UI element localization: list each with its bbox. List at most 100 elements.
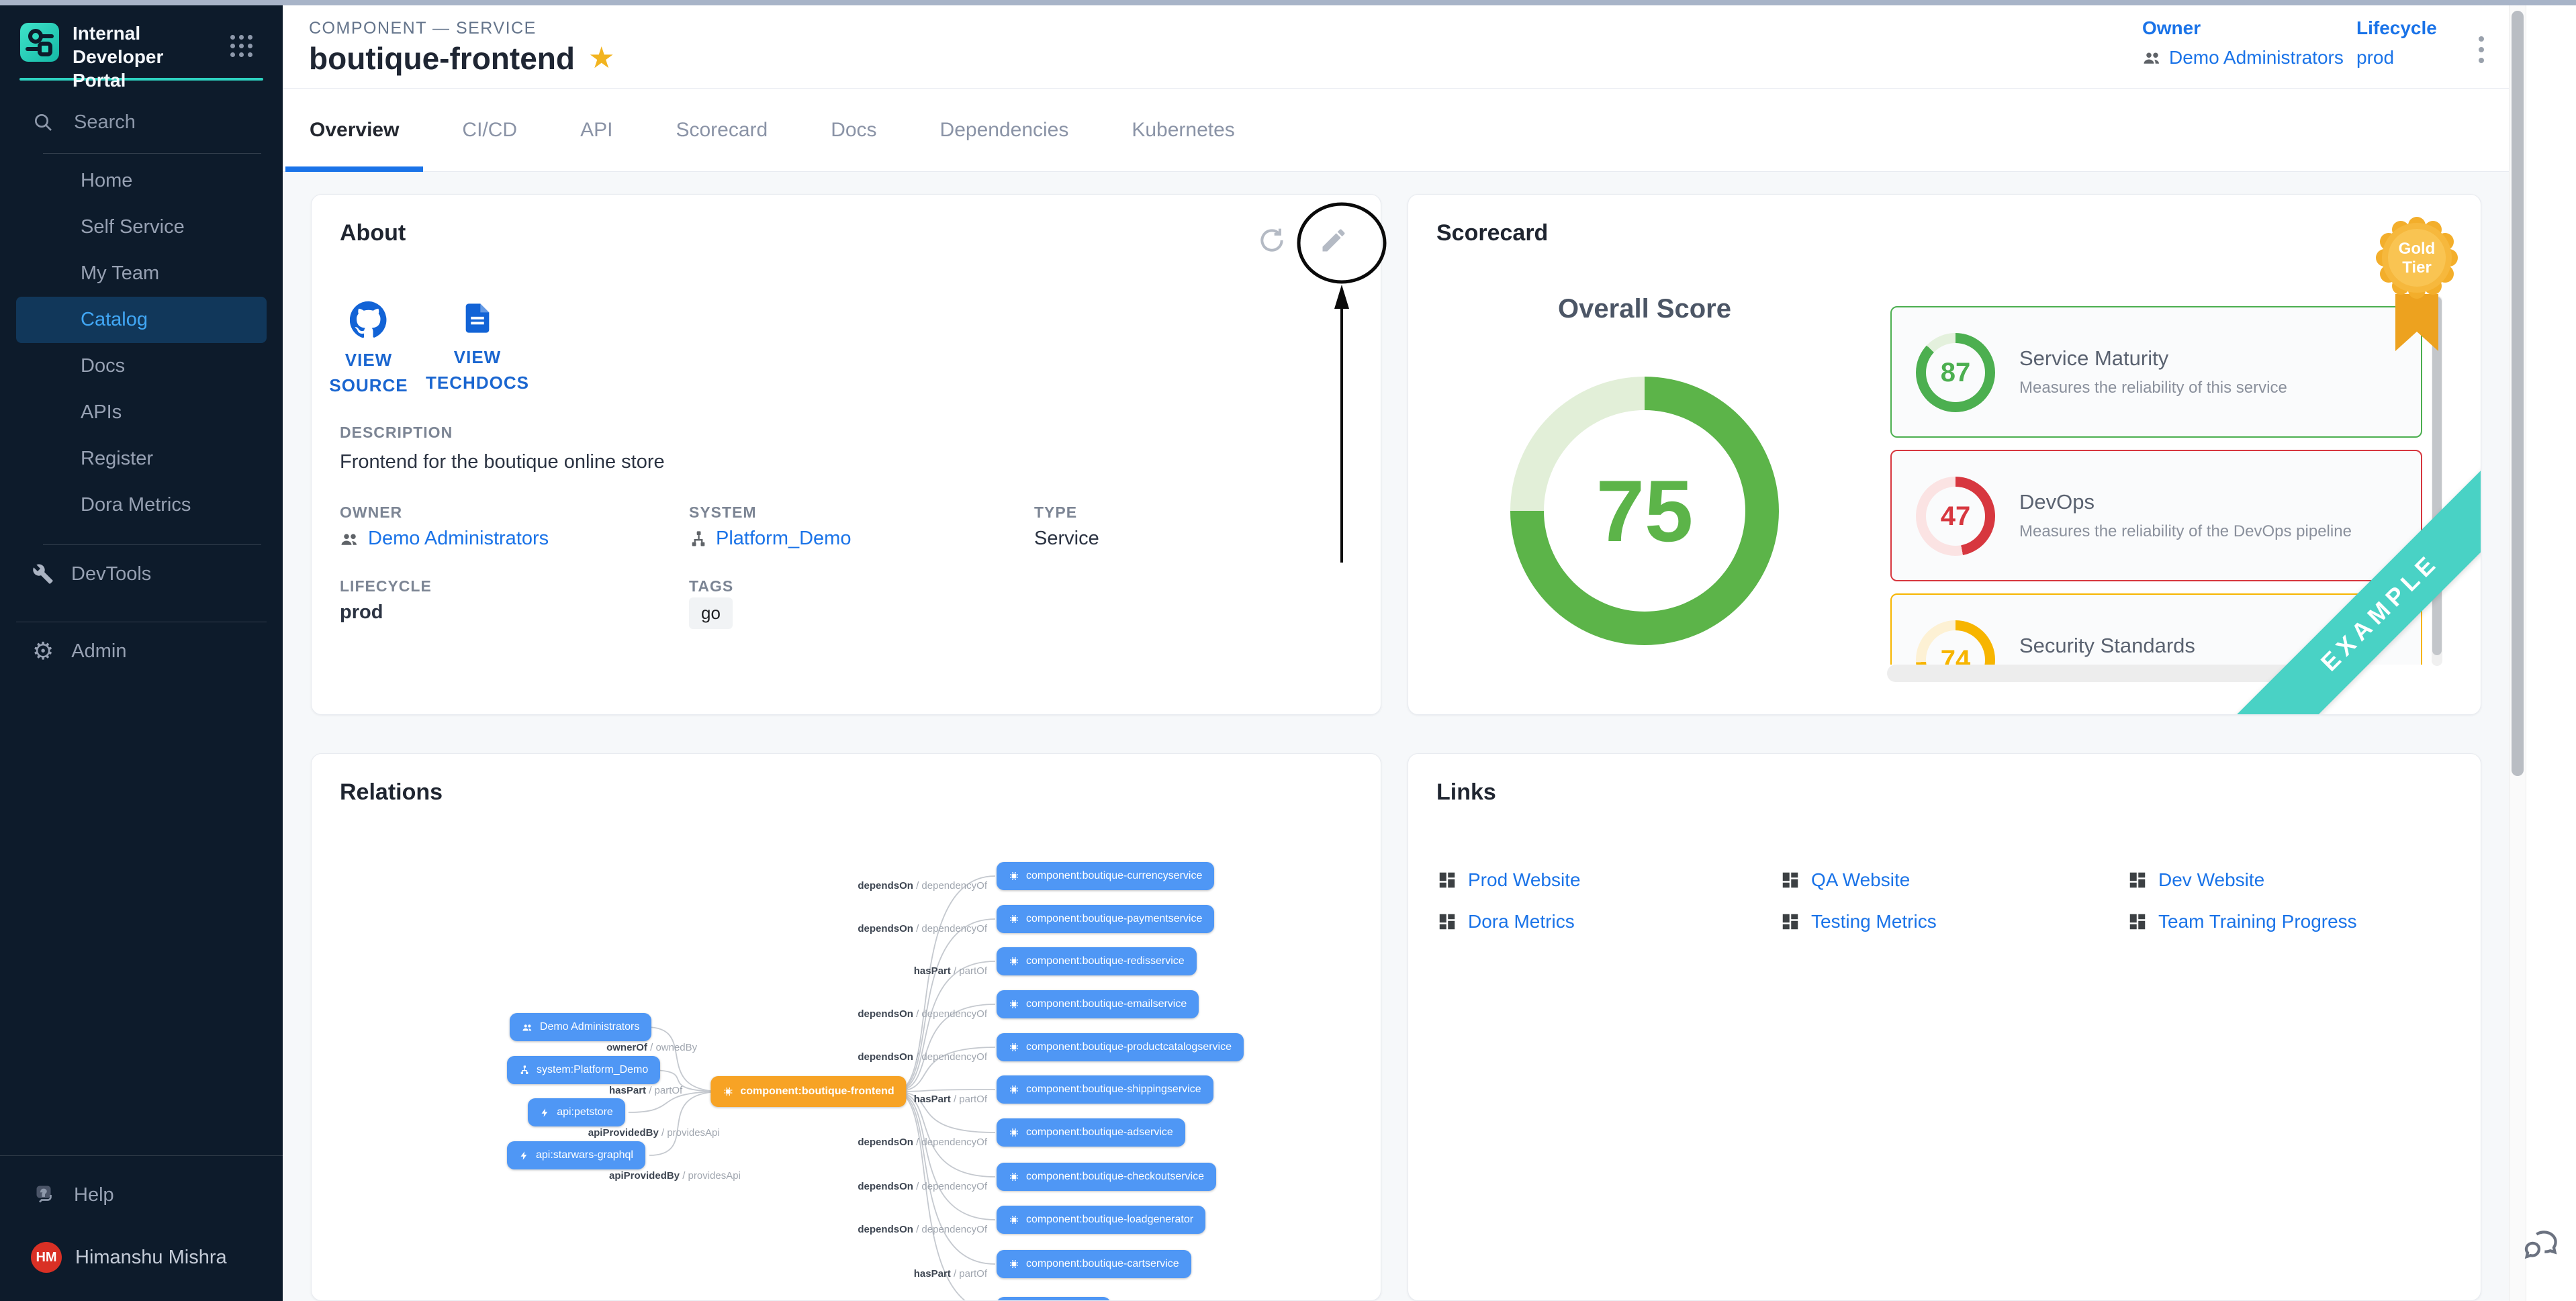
app-logo-icon[interactable] (20, 23, 59, 62)
score-gauge: 74 (1916, 620, 1995, 665)
chat-bubbles-icon[interactable] (2520, 1224, 2563, 1267)
system-field-link[interactable]: Platform_Demo (689, 528, 851, 550)
search-icon (32, 111, 54, 133)
graph-node-component-boutique-frontend[interactable]: component:boutique-frontend (710, 1076, 906, 1107)
sidebar-item-home[interactable]: Home (16, 158, 267, 204)
link-qa-website[interactable]: QA Website (1780, 867, 2127, 894)
graph-node-component-boutique-currencyservice[interactable]: component:boutique-currencyservice (997, 862, 1214, 890)
sidebar-item-dora-metrics[interactable]: Dora Metrics (16, 482, 267, 528)
link-team-training-progress[interactable]: Team Training Progress (2127, 908, 2357, 935)
scorecard-horizontal-scrollbar[interactable] (1887, 665, 2310, 682)
link-label: Testing Metrics (1811, 911, 1937, 932)
tab-docs[interactable]: Docs (807, 89, 901, 171)
help-label: Help (74, 1184, 114, 1206)
tab-bar: OverviewCI/CDAPIScorecardDocsDependencie… (283, 89, 2576, 172)
scorecard-card: Scorecard Gold Tier Overall Score 75 87S… (1408, 194, 2481, 715)
sidebar-item-docs[interactable]: Docs (16, 343, 267, 389)
user-name: Himanshu Mishra (75, 1247, 227, 1269)
link-dev-website[interactable]: Dev Website (2127, 867, 2357, 894)
edge-label: dependsOn / dependencyOf (858, 1008, 987, 1020)
graph-node-component-boutique-adservice[interactable]: component:boutique-adservice (997, 1118, 1185, 1147)
link-prod-website[interactable]: Prod Website (1437, 867, 1780, 894)
score-gauge: 47 (1916, 477, 1995, 556)
page-scrollbar[interactable] (2509, 5, 2526, 1301)
sidebar-item-admin[interactable]: ⚙ Admin (0, 628, 283, 675)
view-source-link[interactable]: VIEWSOURCE (318, 301, 419, 398)
lifecycle-meta: Lifecycle prod (2356, 17, 2437, 68)
edge-label: dependsOn / dependencyOf (858, 1137, 987, 1148)
link-testing-metrics[interactable]: Testing Metrics (1780, 908, 2127, 935)
divider (0, 1155, 283, 1156)
tab-scorecard[interactable]: Scorecard (651, 89, 792, 171)
graph-node-component-boutique-paymentservice[interactable]: component:boutique-paymentservice (997, 905, 1214, 933)
sidebar-item-devtools[interactable]: DevTools (0, 550, 283, 597)
avatar: HM (31, 1242, 62, 1273)
graph-node-api-petstore[interactable]: api:petstore (528, 1098, 625, 1126)
sidebar-item-apis[interactable]: APIs (16, 389, 267, 436)
dashboard-icon (2127, 870, 2148, 890)
apps-grid-icon[interactable] (230, 35, 253, 58)
graph-node-label: api:petstore (557, 1106, 613, 1118)
tag-chip[interactable]: go (689, 597, 733, 629)
sidebar-nav: HomeSelf ServiceMy TeamCatalogDocsAPIsRe… (0, 158, 283, 528)
score-item-devops[interactable]: 47DevOpsMeasures the reliability of the … (1890, 450, 2422, 581)
graph-node-component-boutique-productcatalogservice[interactable]: component:boutique-productcatalogservice (997, 1033, 1244, 1061)
tab-dependencies[interactable]: Dependencies (916, 89, 1093, 171)
sidebar-item-self-service[interactable]: Self Service (16, 204, 267, 250)
favorite-star-icon[interactable]: ★ (588, 44, 614, 73)
graph-node-component-boutique-redisservice[interactable]: component:boutique-redisservice (997, 947, 1197, 975)
graph-node-component-boutique-shippingservice[interactable]: component:boutique-shippingservice (997, 1075, 1213, 1104)
dashboard-icon (1437, 870, 1457, 890)
graph-node-api-starwars-graphql[interactable]: api:starwars-graphql (507, 1141, 645, 1169)
sidebar-search[interactable]: Search (32, 107, 283, 137)
sidebar-item-register[interactable]: Register (16, 436, 267, 482)
help-icon: ? (34, 1183, 58, 1207)
owner-link[interactable]: Demo Administrators (2142, 47, 2344, 68)
github-icon (350, 301, 387, 338)
page-right-margin (2526, 5, 2576, 1301)
owner-field-link[interactable]: Demo Administrators (340, 528, 549, 550)
graph-node-label: component:boutique-cartservice (1026, 1258, 1179, 1270)
graph-node-label: component:boutique-checkoutservice (1026, 1171, 1204, 1183)
edge-label: dependsOn / dependencyOf (858, 1181, 987, 1192)
sidebar-item-catalog[interactable]: Catalog (16, 297, 267, 343)
svg-text:?: ? (41, 1188, 46, 1198)
app-title: Internal Developer Portal (73, 21, 214, 92)
description-value: Frontend for the boutique online store (340, 451, 665, 473)
graph-node-demo-administrators[interactable]: Demo Administrators (510, 1013, 652, 1041)
more-options-kebab-icon[interactable] (2467, 28, 2496, 71)
svg-text:Tier: Tier (2402, 258, 2432, 277)
sidebar-user[interactable]: HM Himanshu Mishra (31, 1242, 283, 1273)
system-icon (689, 530, 708, 548)
link-label: Team Training Progress (2158, 911, 2357, 932)
tab-overview[interactable]: Overview (285, 89, 423, 171)
tab-ci-cd[interactable]: CI/CD (438, 89, 541, 171)
graph-node-component-boutique-checkoutservice[interactable]: component:boutique-checkoutservice (997, 1163, 1216, 1191)
lifecycle-field-label: LIFECYCLE (340, 577, 432, 595)
edit-pencil-icon[interactable] (1318, 224, 1350, 256)
tab-kubernetes[interactable]: Kubernetes (1107, 89, 1258, 171)
owner-meta: Owner Demo Administrators (2142, 17, 2344, 68)
score-item-service-maturity[interactable]: 87Service MaturityMeasures the reliabili… (1890, 306, 2422, 438)
graph-node-label: component:boutique-shippingservice (1026, 1083, 1201, 1096)
edge-label: apiProvidedBy / providesApi (588, 1127, 720, 1139)
sidebar-item-my-team[interactable]: My Team (16, 250, 267, 297)
tab-api[interactable]: API (556, 89, 637, 171)
sidebar-item-help[interactable]: ? Help (34, 1183, 283, 1207)
graph-node-component-boutique-loadgenerator[interactable]: component:boutique-loadgenerator (997, 1206, 1205, 1234)
refresh-icon[interactable] (1256, 224, 1288, 256)
graph-node-component-boutique-cartservice[interactable]: component:boutique-cartservice (997, 1250, 1191, 1278)
lifecycle-value: prod (2356, 47, 2437, 68)
graph-node-item[interactable] (997, 1297, 1111, 1301)
breadcrumb: COMPONENT — SERVICE (309, 19, 537, 38)
dashboard-icon (1780, 870, 1800, 890)
graph-node-component-boutique-emailservice[interactable]: component:boutique-emailservice (997, 990, 1199, 1018)
graph-node-label: component:boutique-frontend (740, 1086, 894, 1098)
graph-node-system-platform-demo[interactable]: system:Platform_Demo (507, 1056, 660, 1084)
links-card-title: Links (1436, 779, 1496, 806)
link-dora-metrics[interactable]: Dora Metrics (1437, 908, 1780, 935)
description-label: DESCRIPTION (340, 424, 453, 442)
group-icon (2142, 48, 2162, 68)
page-scrollbar-thumb[interactable] (2512, 11, 2524, 776)
view-techdocs-link[interactable]: VIEWTECHDOCS (427, 301, 528, 395)
